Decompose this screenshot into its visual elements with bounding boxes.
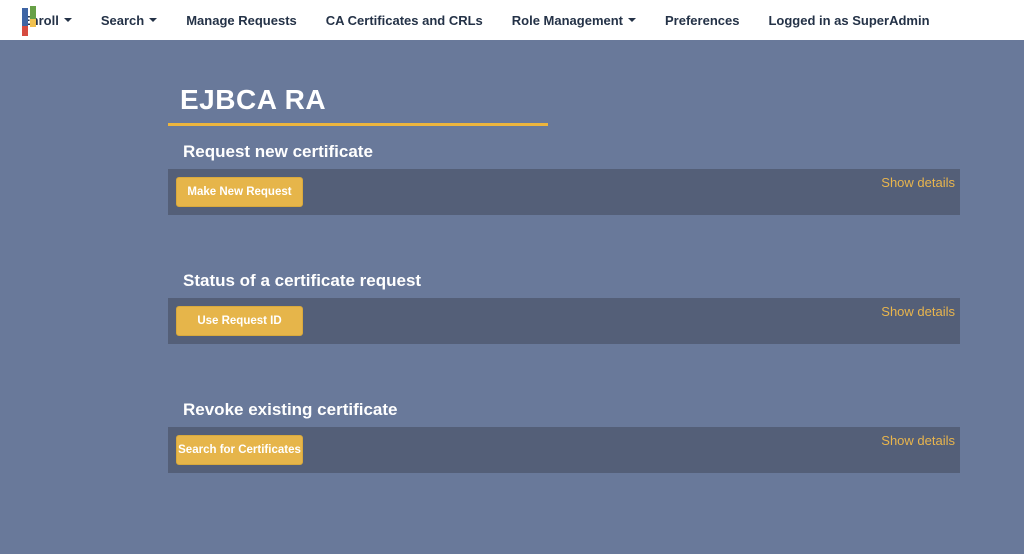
main-area: EJBCA RA Request new certificate Make Ne… <box>0 40 1024 473</box>
section-request-new-certificate: Request new certificate Make New Request… <box>168 142 960 215</box>
nav-item-label: Logged in as SuperAdmin <box>768 13 929 28</box>
make-new-request-button[interactable]: Make New Request <box>176 177 303 207</box>
nav-item-label: Search <box>101 13 144 28</box>
section-status-of-request: Status of a certificate request Use Requ… <box>168 271 960 344</box>
nav-item-label: Manage Requests <box>186 13 297 28</box>
nav-item-logged-in-as[interactable]: Logged in as SuperAdmin <box>768 13 929 28</box>
title-block: EJBCA RA <box>168 84 548 126</box>
chevron-down-icon <box>149 18 157 22</box>
use-request-id-button[interactable]: Use Request ID <box>176 306 303 336</box>
nav-item-ca-certificates-and-crls[interactable]: CA Certificates and CRLs <box>326 13 483 28</box>
show-details-link[interactable]: Show details <box>881 304 955 319</box>
section-heading: Request new certificate <box>183 142 960 162</box>
section-bar: Search for Certificates Show details <box>168 427 960 473</box>
nav-item-label: Preferences <box>665 13 739 28</box>
page-title: EJBCA RA <box>180 84 548 116</box>
logo-green-segment <box>30 6 36 19</box>
chevron-down-icon <box>64 18 72 22</box>
logo-yellow-segment <box>30 19 36 27</box>
nav-item-label: Role Management <box>512 13 623 28</box>
logo-right-bar <box>30 6 36 27</box>
section-bar: Make New Request Show details <box>168 169 960 215</box>
nav-item-role-management[interactable]: Role Management <box>512 13 636 28</box>
show-details-link[interactable]: Show details <box>881 433 955 448</box>
chevron-down-icon <box>628 18 636 22</box>
section-revoke-certificate: Revoke existing certificate Search for C… <box>168 400 960 473</box>
section-heading: Status of a certificate request <box>183 271 960 291</box>
nav-item-preferences[interactable]: Preferences <box>665 13 739 28</box>
nav-menu: Enroll Search Manage Requests CA Certifi… <box>22 13 930 28</box>
search-for-certificates-button[interactable]: Search for Certificates <box>176 435 303 465</box>
nav-item-label: CA Certificates and CRLs <box>326 13 483 28</box>
content-column: EJBCA RA Request new certificate Make Ne… <box>168 84 960 473</box>
logo-red-segment <box>22 26 28 36</box>
section-heading: Revoke existing certificate <box>183 400 960 420</box>
logo-left-bar <box>22 8 28 36</box>
nav-item-search[interactable]: Search <box>101 13 157 28</box>
nav-item-manage-requests[interactable]: Manage Requests <box>186 13 297 28</box>
logo-blue-segment <box>22 8 28 26</box>
section-bar: Use Request ID Show details <box>168 298 960 344</box>
show-details-link[interactable]: Show details <box>881 175 955 190</box>
top-nav: Enroll Search Manage Requests CA Certifi… <box>0 0 1024 40</box>
